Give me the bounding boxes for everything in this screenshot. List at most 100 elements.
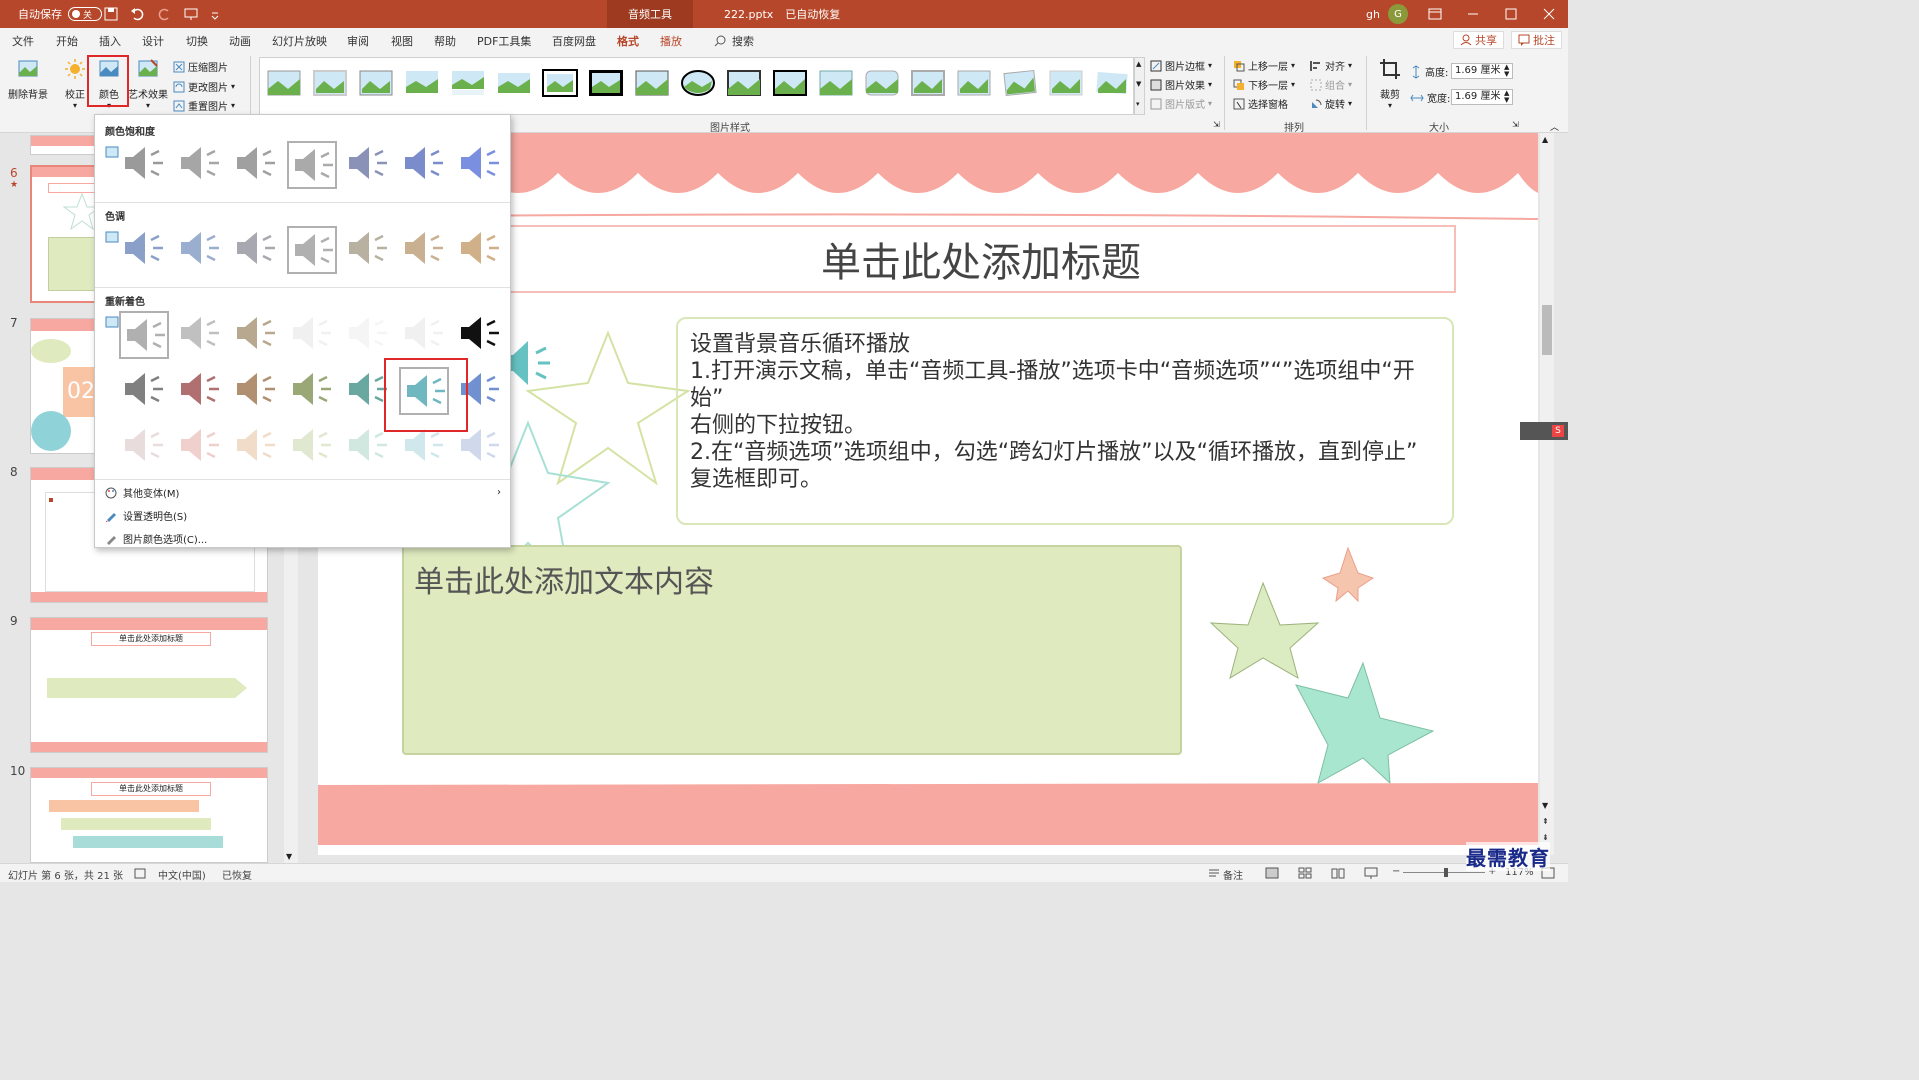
color-swatch[interactable] xyxy=(455,141,505,189)
color-swatch[interactable] xyxy=(175,226,225,274)
tab-review[interactable]: 审阅 xyxy=(347,33,369,49)
style-thumb[interactable] xyxy=(1094,69,1130,97)
tab-slideshow[interactable]: 幻灯片放映 xyxy=(272,33,327,49)
gallery-scroll[interactable]: ▲ ▼ ▾ xyxy=(1134,57,1145,115)
picture-layout-button[interactable]: 图片版式 ▾ xyxy=(1150,96,1212,111)
corrections-button[interactable]: 校正 ▾ xyxy=(60,58,90,110)
color-swatch[interactable] xyxy=(343,226,393,274)
color-swatch[interactable] xyxy=(119,226,169,274)
tab-baidu-disk[interactable]: 百度网盘 xyxy=(552,33,596,49)
slide-thumbnail-9[interactable]: 单击此处添加标题 xyxy=(30,617,268,753)
color-swatch[interactable] xyxy=(231,311,281,359)
input-method-toolbar[interactable]: S xyxy=(1520,422,1568,440)
ribbon-display-button[interactable] xyxy=(1428,0,1442,28)
align-button[interactable]: 对齐 ▾ xyxy=(1310,58,1352,73)
tab-help[interactable]: 帮助 xyxy=(434,33,456,49)
send-backward-button[interactable]: 下移一层 ▾ xyxy=(1233,77,1295,92)
reset-picture-button[interactable]: 重置图片 ▾ xyxy=(173,98,235,113)
style-thumb[interactable] xyxy=(818,69,854,97)
tab-view[interactable]: 视图 xyxy=(391,33,413,49)
scroll-down-icon[interactable]: ▼ xyxy=(1542,801,1548,810)
style-thumb[interactable] xyxy=(1048,69,1084,97)
style-thumb[interactable] xyxy=(542,69,578,97)
zoom-out-icon[interactable]: − xyxy=(1392,866,1400,877)
style-thumb[interactable] xyxy=(588,69,624,97)
artistic-effects-button[interactable]: 艺术效果 ▾ xyxy=(128,58,168,110)
style-thumb[interactable] xyxy=(450,69,486,97)
style-thumb[interactable] xyxy=(312,69,348,97)
change-picture-button[interactable]: 更改图片 ▾ xyxy=(173,79,235,94)
width-spinner-icon[interactable]: ▲ ▼ xyxy=(1504,90,1509,104)
style-thumb[interactable] xyxy=(956,69,992,97)
picture-border-button[interactable]: 图片边框 ▾ xyxy=(1150,58,1212,73)
picture-effects-button[interactable]: 图片效果 ▾ xyxy=(1150,77,1212,92)
collapse-ribbon-icon[interactable]: ︿ xyxy=(1550,120,1559,133)
normal-view-icon[interactable] xyxy=(1265,867,1279,879)
slide-body-textbox[interactable]: 设置背景音乐循环播放 1.打开演示文稿，单击“音频工具-播放”选项卡中“音频选项… xyxy=(676,317,1454,525)
scroll-up-icon[interactable]: ▲ xyxy=(1542,135,1548,144)
color-swatch[interactable] xyxy=(119,141,169,189)
color-swatch[interactable] xyxy=(175,141,225,189)
crop-button[interactable]: 裁剪 ▾ xyxy=(1374,58,1406,110)
color-swatch[interactable] xyxy=(231,226,281,274)
color-swatch[interactable] xyxy=(119,423,169,471)
size-launcher-icon[interactable]: ⇲ xyxy=(1512,120,1519,129)
style-thumb[interactable] xyxy=(634,69,670,97)
selection-pane-button[interactable]: 选择窗格 xyxy=(1233,96,1288,111)
tab-home[interactable]: 开始 xyxy=(56,33,78,49)
account[interactable]: gh G xyxy=(1366,0,1408,28)
more-icon[interactable]: ▾ xyxy=(1136,100,1140,108)
height-spinner-icon[interactable]: ▲ ▼ xyxy=(1504,64,1509,78)
present-icon[interactable] xyxy=(184,7,198,21)
color-swatch[interactable] xyxy=(175,423,225,471)
maximize-button[interactable] xyxy=(1505,0,1517,28)
tab-file[interactable]: 文件 xyxy=(12,33,34,49)
customize-icon[interactable] xyxy=(210,7,220,21)
slide-sorter-icon[interactable] xyxy=(1298,867,1312,879)
scroll-down-icon[interactable]: ▼ xyxy=(286,852,292,861)
style-thumb[interactable] xyxy=(496,69,532,97)
style-thumb[interactable] xyxy=(266,69,302,97)
tab-playback[interactable]: 播放 xyxy=(660,33,682,49)
color-swatch[interactable] xyxy=(343,141,393,189)
color-swatch[interactable] xyxy=(287,311,337,359)
autosave[interactable]: 自动保存 关 xyxy=(18,0,102,28)
set-transparent-color-item[interactable]: 设置透明色(S) xyxy=(105,508,187,523)
reading-view-icon[interactable] xyxy=(1331,867,1345,879)
avatar[interactable]: G xyxy=(1387,4,1408,24)
chevron-up-icon[interactable]: ▲ xyxy=(1136,60,1141,68)
color-swatch[interactable] xyxy=(287,226,337,274)
color-swatch[interactable] xyxy=(455,226,505,274)
color-swatch[interactable] xyxy=(119,367,169,415)
style-thumb[interactable] xyxy=(864,69,900,97)
remove-background-button[interactable]: 删除背景 xyxy=(8,58,48,101)
color-swatch[interactable] xyxy=(231,367,281,415)
tab-animations[interactable]: 动画 xyxy=(229,33,251,49)
share-button[interactable]: 共享 xyxy=(1453,31,1504,49)
next-slide-icon[interactable]: ⇟ xyxy=(1542,833,1549,842)
launcher-icon[interactable]: ⇲ xyxy=(1213,120,1220,129)
style-thumb[interactable] xyxy=(680,69,716,97)
color-swatch[interactable] xyxy=(455,311,505,359)
color-swatch[interactable] xyxy=(175,367,225,415)
zoom-slider-thumb[interactable] xyxy=(1444,868,1448,877)
color-swatch[interactable] xyxy=(399,141,449,189)
color-swatch[interactable] xyxy=(287,367,337,415)
slide-thumbnail-10[interactable]: 单击此处添加标题 xyxy=(30,767,268,863)
color-swatch[interactable] xyxy=(119,311,169,359)
notes-button[interactable]: 备注 xyxy=(1208,867,1243,882)
color-swatch[interactable] xyxy=(175,311,225,359)
autosave-toggle[interactable]: 关 xyxy=(68,7,102,21)
color-swatch[interactable] xyxy=(287,423,337,471)
bring-forward-button[interactable]: 上移一层 ▾ xyxy=(1233,58,1295,73)
undo-icon[interactable] xyxy=(130,7,146,21)
tab-insert[interactable]: 插入 xyxy=(99,33,121,49)
tab-transitions[interactable]: 切换 xyxy=(186,33,208,49)
tab-pdf-tools[interactable]: PDF工具集 xyxy=(477,33,531,49)
prev-slide-icon[interactable]: ⇞ xyxy=(1542,817,1549,826)
comments-button[interactable]: 批注 xyxy=(1511,31,1562,49)
color-swatch[interactable] xyxy=(231,423,281,471)
style-thumb[interactable] xyxy=(726,69,762,97)
color-swatch[interactable] xyxy=(399,311,449,359)
picture-color-options-item[interactable]: 图片颜色选项(C)... xyxy=(105,531,207,546)
